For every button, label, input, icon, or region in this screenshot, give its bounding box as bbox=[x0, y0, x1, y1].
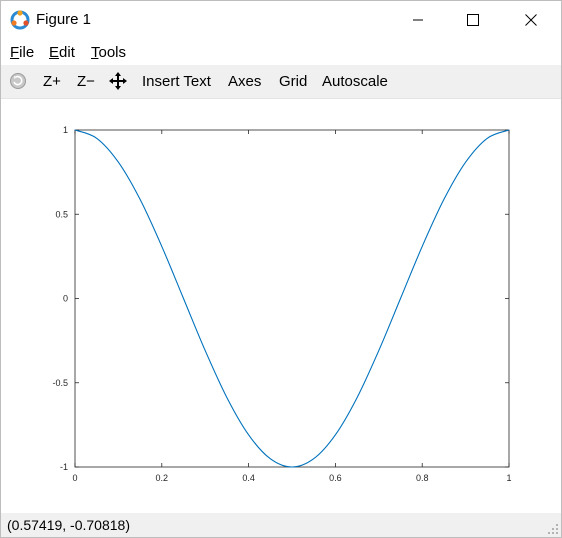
line-plot[interactable]: 0 0.2 0.4 0.6 0.8 1 1 0.5 0 -0.5 -1 bbox=[1, 99, 561, 512]
minimize-icon bbox=[413, 19, 423, 21]
y-tick-label: 0 bbox=[63, 294, 68, 304]
maximize-icon bbox=[467, 14, 479, 26]
x-tick-label: 0.8 bbox=[416, 473, 429, 483]
maximize-button[interactable] bbox=[450, 1, 496, 39]
octave-logo-icon bbox=[10, 10, 30, 30]
y-tick-label: 1 bbox=[63, 125, 68, 135]
axes-button[interactable]: Axes bbox=[228, 73, 261, 90]
y-tick-label: -1 bbox=[60, 462, 68, 472]
axes-box bbox=[74, 129, 510, 468]
x-tick-label: 0.6 bbox=[329, 473, 342, 483]
pan-icon[interactable] bbox=[109, 72, 127, 90]
x-tick-label: 1 bbox=[506, 473, 511, 483]
status-bar: (0.57419, -0.70818) bbox=[1, 513, 561, 537]
close-icon bbox=[525, 14, 537, 26]
close-button[interactable] bbox=[508, 1, 554, 39]
y-tick-label: 0.5 bbox=[55, 209, 68, 219]
menu-tools-mnemonic: T bbox=[91, 44, 99, 61]
y-tick-label: -0.5 bbox=[52, 378, 68, 388]
insert-text-button[interactable]: Insert Text bbox=[142, 73, 211, 90]
autoscale-button[interactable]: Autoscale bbox=[322, 73, 388, 90]
cursor-coordinates: (0.57419, -0.70818) bbox=[7, 517, 130, 533]
title-bar: Figure 1 bbox=[1, 1, 561, 39]
menu-edit[interactable]: Edit bbox=[49, 44, 75, 61]
figure-window: Figure 1 File Edit Tools Z+ Z− Insert Te… bbox=[0, 0, 562, 538]
menu-edit-label: dit bbox=[59, 44, 75, 61]
grid-button[interactable]: Grid bbox=[279, 73, 307, 90]
zoom-in-button[interactable]: Z+ bbox=[43, 73, 61, 90]
menu-edit-mnemonic: E bbox=[49, 44, 60, 61]
resize-grip-icon[interactable] bbox=[547, 523, 559, 535]
menu-file-label: ile bbox=[19, 44, 35, 61]
series-line bbox=[74, 129, 510, 468]
menu-tools[interactable]: Tools bbox=[91, 44, 126, 61]
x-tick-label: 0.2 bbox=[156, 473, 169, 483]
zoom-out-button[interactable]: Z− bbox=[77, 73, 95, 90]
figure-canvas[interactable]: 0 0.2 0.4 0.6 0.8 1 1 0.5 0 -0.5 -1 bbox=[1, 99, 561, 512]
menu-file[interactable]: File bbox=[10, 44, 34, 61]
menu-file-mnemonic: F bbox=[10, 44, 20, 61]
x-tick-label: 0 bbox=[72, 473, 77, 483]
toolbar: Z+ Z− Insert Text Axes Grid Autoscale bbox=[1, 65, 561, 99]
window-title: Figure 1 bbox=[36, 11, 92, 28]
x-tick-label: 0.4 bbox=[242, 473, 255, 483]
menu-bar: File Edit Tools bbox=[1, 39, 561, 65]
menu-tools-label: ools bbox=[98, 44, 127, 61]
minimize-button[interactable] bbox=[395, 1, 441, 39]
rotate-icon[interactable] bbox=[9, 72, 27, 90]
